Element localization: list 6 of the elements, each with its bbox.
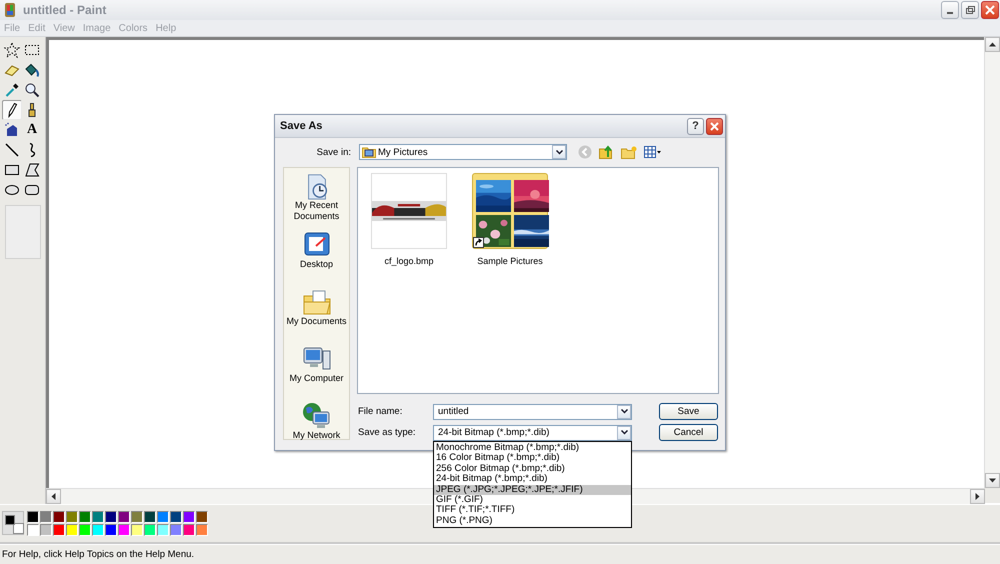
dialog-title: Save As (280, 120, 324, 132)
status-text: For Help, click Help Topics on the Help Menu. (2, 549, 194, 560)
field-label: File name: (358, 406, 404, 417)
field-label: Save as type: (358, 427, 417, 438)
window-title: untitled - Paint (23, 3, 108, 17)
field-label: Save in: (316, 146, 351, 158)
